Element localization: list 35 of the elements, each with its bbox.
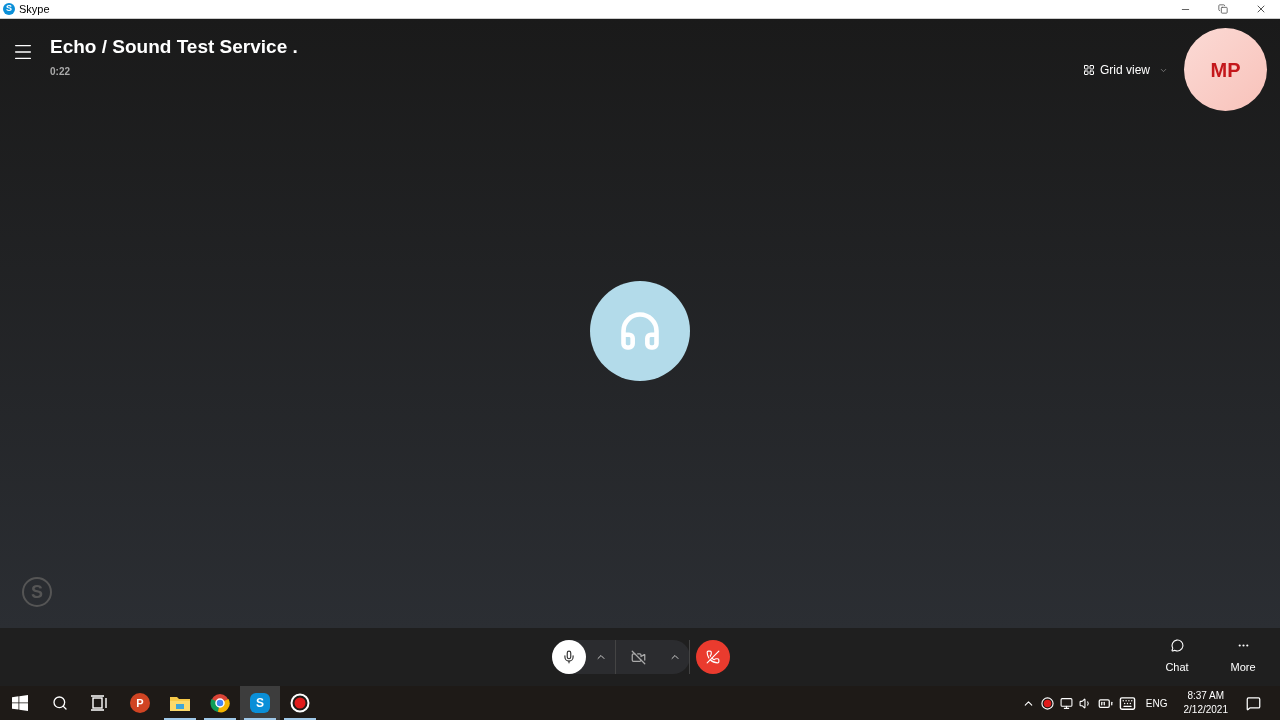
volume-icon[interactable]	[1078, 696, 1092, 710]
record-icon	[290, 693, 310, 713]
close-icon	[1255, 3, 1267, 15]
taskbar-button[interactable]: P	[120, 686, 160, 720]
windows-logo-icon	[12, 695, 28, 711]
network-icon[interactable]	[1059, 696, 1073, 710]
restore-icon	[1218, 4, 1228, 14]
more-button[interactable]: More	[1217, 638, 1269, 676]
presentation-app-icon: P	[130, 693, 150, 713]
keyboard-icon[interactable]	[1118, 694, 1136, 712]
microphone-icon	[562, 650, 576, 664]
call-title: Echo / Sound Test Service .	[50, 35, 298, 59]
camera-off-icon	[630, 649, 646, 665]
record-icon[interactable]	[1040, 696, 1054, 710]
clock[interactable]: 8:37 AM 2/12/2021	[1183, 689, 1228, 717]
folder-icon	[170, 695, 190, 711]
grid-icon	[1083, 64, 1095, 76]
skype-logo-icon: S	[3, 3, 15, 15]
task-view-icon	[91, 695, 109, 711]
search-icon	[52, 695, 68, 711]
headset-icon	[618, 309, 662, 353]
taskbar-button[interactable]: S	[240, 686, 280, 720]
microphone-button[interactable]	[552, 640, 586, 674]
view-switcher[interactable]: Grid view	[1083, 61, 1168, 79]
skype-app-icon: S	[250, 693, 270, 713]
chat-bubble-icon	[1170, 638, 1184, 652]
call-duration: 0:22	[50, 67, 71, 77]
hang-up-icon	[706, 650, 720, 664]
self-avatar: MP	[1184, 28, 1267, 111]
browser-icon	[210, 693, 230, 713]
chat-button[interactable]: Chat	[1151, 638, 1203, 676]
window-title: Skype	[19, 1, 50, 17]
end-call-button[interactable]	[696, 640, 730, 674]
notifications-icon[interactable]	[1246, 695, 1261, 711]
language-indicator[interactable]: ENG	[1145, 695, 1168, 711]
